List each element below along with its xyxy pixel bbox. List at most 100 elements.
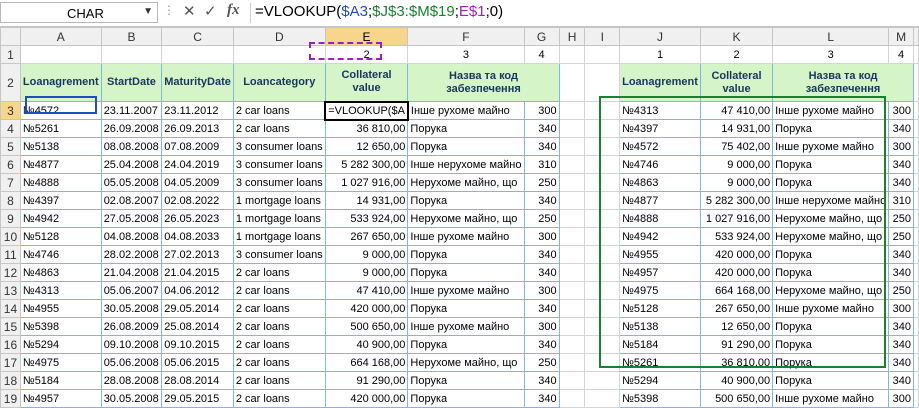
cell-k9[interactable]: 1 027 916,00 [699, 209, 774, 228]
column-header-j[interactable]: J [619, 27, 701, 46]
cell-h1[interactable] [558, 45, 586, 64]
cell-f14[interactable]: Порука [407, 299, 525, 318]
cell-b10[interactable]: 04.08.2008 [100, 227, 163, 246]
row-header-18[interactable]: 18 [0, 371, 21, 390]
cell-g7[interactable]: 250 [523, 173, 560, 192]
cell-j6[interactable]: №4746 [619, 155, 701, 174]
cell-n14[interactable] [913, 299, 919, 318]
cell-i5[interactable] [584, 137, 621, 156]
cell-k12[interactable]: 420 000,00 [699, 263, 774, 282]
cell-a5[interactable]: №5138 [19, 137, 102, 156]
cell-c9[interactable]: 26.05.2023 [161, 209, 234, 228]
cell-b6[interactable]: 25.04.2008 [100, 155, 163, 174]
cell-k15[interactable]: 12 650,00 [699, 317, 774, 336]
row-header-17[interactable]: 17 [0, 353, 21, 372]
cell-d18[interactable]: 2 car loans [232, 371, 326, 390]
row-header-5[interactable]: 5 [0, 137, 21, 156]
cell-h4[interactable] [558, 119, 586, 138]
cell-i8[interactable] [584, 191, 621, 210]
column-header-b[interactable]: B [100, 27, 163, 46]
cell-n1[interactable] [913, 45, 919, 64]
cell-c4[interactable]: 26.09.2013 [161, 119, 234, 138]
cell-k4[interactable]: 14 931,00 [699, 119, 774, 138]
row-header-9[interactable]: 9 [0, 209, 21, 228]
cell-b8[interactable]: 02.08.2007 [100, 191, 163, 210]
cell-j16[interactable]: №5184 [619, 335, 701, 354]
cell-i15[interactable] [584, 317, 621, 336]
column-header-k[interactable]: K [699, 27, 774, 46]
cell-b5[interactable]: 08.08.2008 [100, 137, 163, 156]
header-c[interactable]: MaturityDate [161, 63, 234, 102]
formula-input[interactable]: =VLOOKUP($A3;$J$3:$M$19;E$1;0) [250, 3, 503, 23]
cell-g15[interactable]: 300 [523, 317, 560, 336]
cell-e18[interactable]: 91 290,00 [324, 371, 409, 390]
cell-m13[interactable]: 250 [888, 281, 914, 300]
cell-m17[interactable]: 340 [888, 353, 914, 372]
cell-i1[interactable] [584, 45, 621, 64]
cell-l7[interactable]: Порука [772, 173, 890, 192]
cell-j8[interactable]: №4877 [619, 191, 701, 210]
cell-g16[interactable]: 340 [523, 335, 560, 354]
cell-e5[interactable]: 12 650,00 [324, 137, 409, 156]
cell-h2[interactable] [558, 63, 586, 102]
cell-l9[interactable]: Нерухоме майно, що [772, 209, 890, 228]
cell-b16[interactable]: 09.10.2008 [100, 335, 163, 354]
cell-g11[interactable]: 340 [523, 245, 560, 264]
cell-h8[interactable] [558, 191, 586, 210]
cell-j3[interactable]: №4313 [619, 101, 701, 120]
cell-h3[interactable] [558, 101, 586, 120]
cell-c18[interactable]: 28.08.2014 [161, 371, 234, 390]
cell-e9[interactable]: 533 924,00 [324, 209, 409, 228]
cell-g1[interactable]: 4 [523, 45, 560, 64]
cell-n17[interactable] [913, 353, 919, 372]
cell-a12[interactable]: №4863 [19, 263, 102, 282]
cell-h7[interactable] [558, 173, 586, 192]
cell-m4[interactable]: 340 [888, 119, 914, 138]
cell-l3[interactable]: Інше рухоме майно [772, 101, 890, 120]
cell-c7[interactable]: 04.05.2009 [161, 173, 234, 192]
cell-f18[interactable]: Порука [407, 371, 525, 390]
cell-k1[interactable]: 2 [699, 45, 774, 64]
cell-d16[interactable]: 2 car loans [232, 335, 326, 354]
cell-e13[interactable]: 47 410,00 [324, 281, 409, 300]
cell-g14[interactable]: 340 [523, 299, 560, 318]
column-header-d[interactable]: D [232, 27, 326, 46]
name-box[interactable]: CHAR ▼ [0, 2, 158, 23]
cell-k3[interactable]: 47 410,00 [699, 101, 774, 120]
cell-a15[interactable]: №5398 [19, 317, 102, 336]
cell-m6[interactable]: 340 [888, 155, 914, 174]
cell-m11[interactable]: 340 [888, 245, 914, 264]
chevron-down-icon[interactable]: ▼ [143, 6, 153, 17]
cell-l5[interactable]: Інше рухоме майно [772, 137, 890, 156]
cell-f12[interactable]: Порука [407, 263, 525, 282]
row-header-11[interactable]: 11 [0, 245, 21, 264]
cell-m3[interactable]: 300 [888, 101, 914, 120]
cell-c17[interactable]: 05.06.2015 [161, 353, 234, 372]
cell-a8[interactable]: №4397 [19, 191, 102, 210]
cell-f4[interactable]: Порука [407, 119, 525, 138]
cell-f1[interactable]: 3 [407, 45, 525, 64]
cell-k11[interactable]: 420 000,00 [699, 245, 774, 264]
cell-l17[interactable]: Порука [772, 353, 890, 372]
cell-n13[interactable] [913, 281, 919, 300]
cell-d19[interactable]: 2 car loans [232, 389, 326, 408]
cell-i9[interactable] [584, 209, 621, 228]
cell-i19[interactable] [584, 389, 621, 408]
cell-a6[interactable]: №4877 [19, 155, 102, 174]
cell-l6[interactable]: Порука [772, 155, 890, 174]
cell-a3[interactable]: №4572 [19, 101, 102, 120]
cell-c16[interactable]: 09.10.2015 [161, 335, 234, 354]
header-b[interactable]: StartDate [100, 63, 163, 102]
cell-l19[interactable]: Інше рухоме майно [772, 389, 890, 408]
cell-b9[interactable]: 27.05.2008 [100, 209, 163, 228]
cell-i18[interactable] [584, 371, 621, 390]
header-right-k[interactable]: Collateral value [699, 63, 774, 102]
cell-i3[interactable] [584, 101, 621, 120]
cell-n4[interactable] [913, 119, 919, 138]
cell-b11[interactable]: 28.02.2008 [100, 245, 163, 264]
cell-n6[interactable] [913, 155, 919, 174]
cell-n3[interactable] [913, 101, 919, 120]
cell-k19[interactable]: 500 650,00 [699, 389, 774, 408]
header-e[interactable]: Collateral value [324, 63, 409, 102]
cell-m9[interactable]: 250 [888, 209, 914, 228]
